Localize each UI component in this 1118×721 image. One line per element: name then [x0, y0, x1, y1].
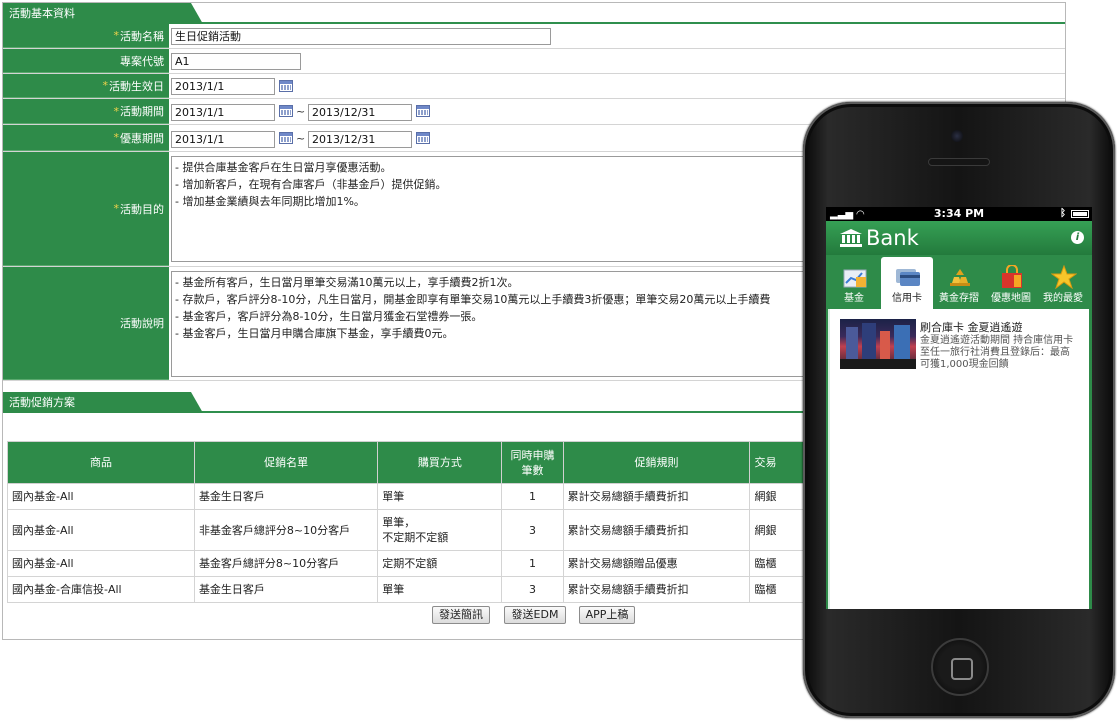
- news-thumbnail: [840, 319, 916, 369]
- app-content: 刷合庫卡 金夏逍遙遊 金夏逍遙遊活動期間 持合庫信用卡 至任一旅行社消費且登錄后…: [828, 309, 1090, 609]
- col-list: 促銷名單: [193, 441, 379, 484]
- gold-bars-icon: [950, 269, 970, 286]
- period-end-input[interactable]: 2013/12/31: [308, 104, 412, 121]
- tab-gold[interactable]: 黃金存摺: [933, 257, 985, 309]
- status-time: 3:34 PM: [933, 207, 985, 220]
- status-bar: ▂▃▅ ◠ 3:34 PM ᛒ: [826, 207, 1092, 221]
- shopping-bag-icon: [1002, 265, 1022, 288]
- discount-end-input[interactable]: 2013/12/31: [308, 131, 412, 148]
- label-description: 活動說明: [120, 317, 164, 330]
- code-input[interactable]: A1: [171, 53, 301, 70]
- phone-mockup: ▂▃▅ ◠ 3:34 PM ᛒ Bank i 基金 信用卡 黃金存摺 優惠地圖 …: [803, 102, 1115, 718]
- section-header-basic: 活動基本資料: [3, 3, 1065, 24]
- app-title: Bank: [866, 226, 919, 250]
- app-tab-bar: 基金 信用卡 黃金存摺 優惠地圖 我的最愛: [826, 257, 1092, 309]
- calendar-icon[interactable]: [416, 132, 430, 144]
- name-input[interactable]: 生日促銷活動: [171, 28, 551, 45]
- news-body: 金夏逍遙遊活動期間 持合庫信用卡 至任一旅行社消費且登錄后：最高 可獲1,000…: [920, 335, 1074, 370]
- info-icon[interactable]: i: [1071, 231, 1084, 244]
- form-row-name: * 活動名稱 生日促銷活動: [3, 24, 1065, 49]
- tab-favorites[interactable]: 我的最愛: [1037, 257, 1089, 309]
- label-code: 專案代號: [120, 54, 164, 68]
- camera-icon: [951, 130, 963, 142]
- tab-fund[interactable]: 基金: [828, 257, 880, 309]
- battery-icon: [1071, 210, 1089, 218]
- calendar-icon[interactable]: [279, 80, 293, 92]
- star-icon: [1051, 265, 1077, 289]
- speaker-grill: [928, 158, 990, 166]
- tab-credit-card[interactable]: 信用卡: [881, 257, 933, 309]
- effective-date-input[interactable]: 2013/1/1: [171, 78, 275, 95]
- period-start-input[interactable]: 2013/1/1: [171, 104, 275, 121]
- label-period: 活動期間: [120, 105, 164, 118]
- bluetooth-icon: ᛒ: [1060, 208, 1066, 219]
- col-count: 同時申購 筆數: [501, 441, 564, 484]
- col-method: 購買方式: [377, 441, 503, 484]
- send-sms-button[interactable]: 發送簡訊: [432, 606, 490, 624]
- tab-offers-map[interactable]: 優惠地圖: [985, 257, 1037, 309]
- fund-chart-icon: [843, 269, 867, 288]
- label-purpose: 活動目的: [120, 202, 164, 216]
- section-title-basic: 活動基本資料: [3, 3, 203, 24]
- calendar-icon[interactable]: [279, 132, 293, 144]
- discount-start-input[interactable]: 2013/1/1: [171, 131, 275, 148]
- calendar-icon[interactable]: [279, 105, 293, 117]
- app-publish-button[interactable]: APP上稿: [579, 606, 635, 624]
- app-header: Bank i: [826, 221, 1092, 255]
- scrollbar[interactable]: [1089, 309, 1092, 609]
- form-row-effective: * 活動生效日 2013/1/1: [3, 74, 1065, 99]
- form-row-code: 專案代號 A1: [3, 49, 1065, 74]
- send-edm-button[interactable]: 發送EDM: [504, 606, 566, 624]
- section-title-promo: 活動促銷方案: [3, 392, 203, 413]
- bank-icon: [840, 229, 862, 247]
- label-name: 活動名稱: [120, 29, 164, 43]
- calendar-icon[interactable]: [416, 105, 430, 117]
- col-product: 商品: [7, 441, 195, 484]
- col-rule: 促銷規則: [562, 441, 751, 484]
- credit-card-icon: [896, 269, 920, 286]
- label-discount: 優惠期間: [120, 131, 164, 145]
- home-button[interactable]: [931, 638, 989, 696]
- news-title: 刷合庫卡 金夏逍遙遊: [920, 321, 1023, 334]
- label-effective: 活動生效日: [109, 79, 164, 93]
- phone-screen: ▂▃▅ ◠ 3:34 PM ᛒ Bank i 基金 信用卡 黃金存摺 優惠地圖 …: [826, 207, 1092, 609]
